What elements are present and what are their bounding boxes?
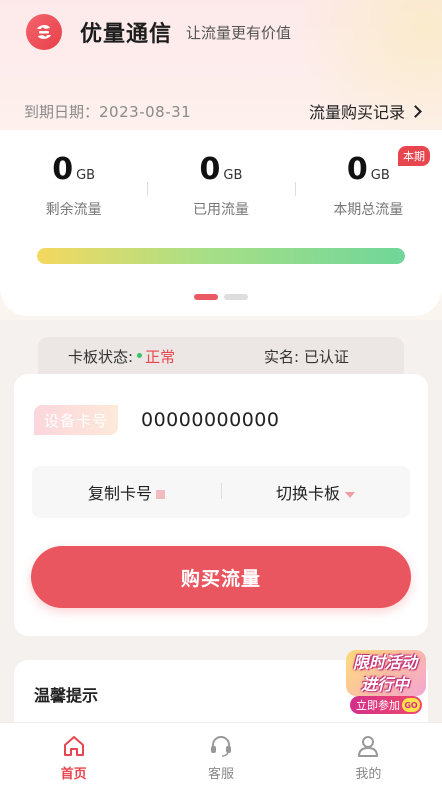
stat-label: 已用流量 — [192, 202, 249, 218]
usage-stats: 0 GB 剩余流量 0 GB 已用流量 本期 0 GB 本期总流量 — [0, 146, 442, 232]
chevron-right-icon — [409, 104, 422, 118]
promo-go-label: GO — [402, 698, 420, 712]
stat-value: 0 — [52, 152, 74, 187]
stat-unit: GB — [223, 168, 243, 183]
tab-label: 客服 — [207, 767, 234, 782]
usage-card: 0 GB 剩余流量 0 GB 已用流量 本期 0 GB 本期总流量 — [0, 130, 442, 316]
realname-label: 实名: — [264, 347, 300, 366]
tab-home[interactable]: 首页 — [0, 723, 147, 792]
brand-header: 优量通信 让流量更有价值 — [26, 14, 291, 50]
tab-mine[interactable]: 我的 — [295, 723, 442, 792]
realname-status: 实名: 已认证 — [264, 346, 349, 367]
expiry-date: 2023-08-31 — [99, 102, 192, 121]
app-name: 优量通信 — [80, 22, 173, 47]
carousel-dot-active[interactable] — [194, 294, 218, 300]
promo-line2: 进行中 — [360, 675, 409, 694]
switch-card-button[interactable]: 切换卡板 — [221, 480, 410, 504]
device-card-tag: 设备卡号 — [34, 405, 118, 435]
headset-icon — [210, 736, 231, 757]
switch-card-label: 切换卡板 — [275, 484, 340, 503]
stat-value: 0 — [346, 152, 368, 187]
stat-label: 剩余流量 — [45, 202, 102, 218]
promo-floating-badge[interactable]: 限时活动 进行中 立即参加 GO — [342, 646, 428, 718]
expiry-info: 到期日期：2023-08-31 — [24, 101, 191, 122]
device-card-panel: 设备卡号 00000000000 复制卡号 切换卡板 购买流量 — [14, 374, 428, 636]
purchase-history-label: 流量购买记录 — [308, 103, 405, 122]
copy-card-label: 复制卡号 — [87, 484, 152, 503]
buy-data-button[interactable]: 购买流量 — [31, 546, 411, 608]
stat-remaining: 0 GB 剩余流量 — [0, 152, 147, 232]
tab-service[interactable]: 客服 — [147, 723, 294, 792]
stat-total: 本期 0 GB 本期总流量 — [294, 146, 442, 232]
stat-label: 本期总流量 — [333, 202, 404, 218]
promo-line1: 限时活动 — [352, 653, 417, 672]
expiry-label: 到期日期： — [24, 102, 100, 121]
home-icon — [63, 736, 84, 756]
carousel-dot[interactable] — [224, 294, 248, 300]
stat-used: 0 GB 已用流量 — [147, 152, 294, 232]
copy-card-button[interactable]: 复制卡号 — [32, 480, 221, 504]
board-status: 卡板状态: 正常 — [68, 346, 175, 367]
stat-unit: GB — [76, 168, 96, 183]
realname-value: 已认证 — [303, 347, 349, 366]
stat-unit: GB — [370, 168, 390, 183]
app-slogan: 让流量更有价值 — [186, 23, 292, 42]
expiry-row: 到期日期：2023-08-31 流量购买记录 — [24, 98, 422, 124]
purchase-history-link[interactable]: 流量购买记录 — [308, 99, 422, 123]
stat-value: 0 — [199, 152, 221, 187]
board-status-label: 卡板状态: — [68, 347, 134, 366]
carousel-indicator — [194, 294, 248, 300]
status-dot-icon — [137, 353, 143, 358]
caret-down-icon — [345, 491, 355, 498]
promo-join-label: 立即参加 — [356, 699, 400, 712]
tab-label: 首页 — [60, 767, 87, 782]
tab-label: 我的 — [355, 767, 382, 782]
app-logo-icon — [26, 14, 62, 50]
period-badge: 本期 — [397, 146, 430, 166]
bottom-tab-bar: 首页 客服 我的 — [0, 722, 442, 792]
usage-progress-fill — [37, 248, 405, 264]
copy-icon — [156, 490, 165, 499]
card-status-strip: 卡板状态: 正常 实名: 已认证 — [38, 337, 404, 375]
device-card-number: 00000000000 — [141, 409, 280, 431]
usage-progress-bar — [37, 248, 405, 264]
user-icon — [358, 736, 379, 757]
promo-join-button[interactable]: 立即参加 GO — [350, 696, 422, 714]
card-action-row: 复制卡号 切换卡板 — [32, 466, 410, 518]
tips-title: 温馨提示 — [34, 686, 99, 705]
board-status-value: 正常 — [145, 347, 176, 366]
